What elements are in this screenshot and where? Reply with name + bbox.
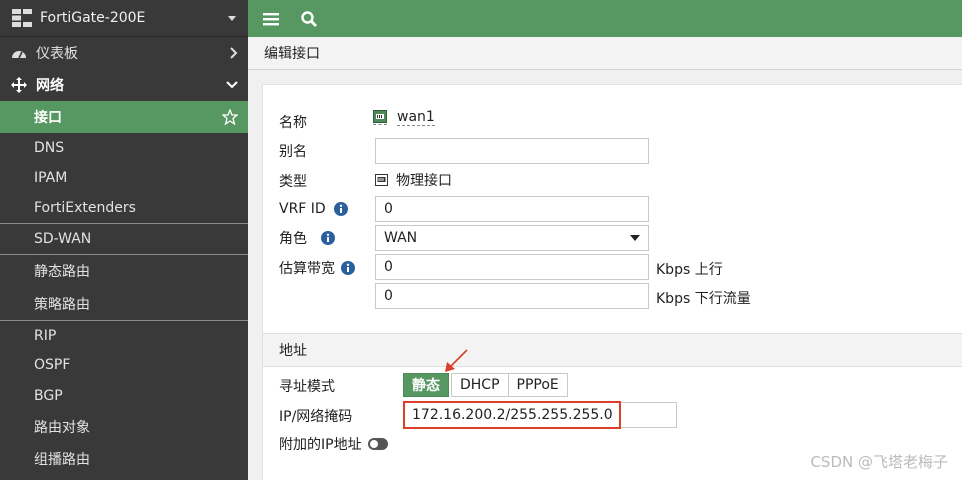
mode-pppoe-option[interactable]: PPPoE xyxy=(507,373,568,397)
sidebar-item-interfaces[interactable]: 接口 xyxy=(0,101,248,133)
role-label: 角色 xyxy=(279,231,307,247)
sidebar-item-label: RIP xyxy=(34,327,57,344)
chevron-down-icon xyxy=(228,15,236,21)
sidebar-item-label: 仪表板 xyxy=(36,46,78,62)
address-section-header: 地址 xyxy=(263,333,962,367)
sidebar-item-rip[interactable]: RIP xyxy=(0,320,248,350)
name-value-group: wan1 xyxy=(373,109,435,126)
sidebar-item-ospf[interactable]: OSPF xyxy=(0,350,248,380)
addressing-mode-label: 寻址模式 xyxy=(279,379,335,395)
sidebar-item-label: SD-WAN xyxy=(34,231,92,247)
sidebar-item-sd-wan[interactable]: SD-WAN xyxy=(0,223,248,254)
fortigate-logo-icon xyxy=(12,9,32,27)
name-label: 名称 xyxy=(279,115,307,131)
page-title-bar: 编辑接口 xyxy=(248,37,962,70)
alias-input[interactable] xyxy=(375,138,649,164)
bandwidth-row: 估算带宽 xyxy=(279,257,355,279)
alias-label: 别名 xyxy=(279,144,307,160)
sidebar-item-network[interactable]: 网络 xyxy=(0,69,248,101)
vrf-label: VRF ID xyxy=(279,201,326,217)
device-name: FortiGate-200E xyxy=(40,10,146,26)
sidebar-item-label: IPAM xyxy=(34,170,68,186)
role-select[interactable]: WAN xyxy=(375,225,649,251)
sidebar-item-label: 组播路由 xyxy=(34,452,90,468)
bandwidth-downstream-unit: Kbps 下行流量 xyxy=(656,291,751,307)
info-icon[interactable] xyxy=(341,261,355,275)
sidebar-item-label: 策略路由 xyxy=(34,296,90,313)
chevron-down-icon xyxy=(226,81,238,89)
vrf-id-input[interactable]: 0 xyxy=(375,196,649,222)
dashboard-icon xyxy=(10,44,28,62)
bandwidth-upstream-input[interactable]: 0 xyxy=(375,254,649,280)
hamburger-menu-icon[interactable] xyxy=(260,8,282,30)
sidebar-item-static-routes[interactable]: 静态路由 xyxy=(0,254,248,287)
sidebar-item-routing-objects[interactable]: 路由对象 xyxy=(0,411,248,443)
type-value-group: 物理接口 xyxy=(375,170,452,190)
sidebar-item-bgp[interactable]: BGP xyxy=(0,380,248,411)
name-value: wan1 xyxy=(397,109,435,126)
bandwidth-upstream-unit: Kbps 上行 xyxy=(656,262,723,278)
alias-row: 别名 xyxy=(279,140,307,162)
secondary-ip-label: 附加的IP地址 xyxy=(279,437,362,453)
sidebar-item-policy-routes[interactable]: 策略路由 xyxy=(0,287,248,320)
bandwidth-downstream-input[interactable]: 0 xyxy=(375,283,649,309)
role-selected-value: WAN xyxy=(384,230,418,246)
info-icon[interactable] xyxy=(321,231,335,245)
page-title: 编辑接口 xyxy=(264,46,320,62)
addressing-mode-row: 寻址模式 xyxy=(279,375,335,397)
mode-static-option[interactable]: 静态 xyxy=(403,373,449,397)
sidebar-item-ipam[interactable]: IPAM xyxy=(0,163,248,193)
sidebar: FortiGate-200E 仪表板 网络 接口 DNS IPAM FortiE… xyxy=(0,0,248,480)
sidebar-item-label: OSPF xyxy=(34,357,71,373)
physical-port-icon xyxy=(375,174,388,186)
addressing-mode-toggle: 静态 DHCP PPPoE xyxy=(403,373,568,397)
name-row: 名称 xyxy=(279,111,307,133)
device-selector[interactable]: FortiGate-200E xyxy=(0,0,248,37)
sidebar-item-label: 路由对象 xyxy=(34,420,90,436)
move-arrows-icon xyxy=(10,76,28,94)
type-label: 类型 xyxy=(279,174,307,190)
watermark-text: CSDN @飞塔老梅子 xyxy=(810,453,948,471)
sidebar-item-label: BGP xyxy=(34,387,63,404)
mode-dhcp-option[interactable]: DHCP xyxy=(451,373,509,397)
sidebar-item-label: FortiExtenders xyxy=(34,200,136,216)
top-bar xyxy=(248,0,962,37)
type-value: 物理接口 xyxy=(396,173,452,189)
sidebar-item-multicast[interactable]: 组播路由 xyxy=(0,443,248,475)
search-icon[interactable] xyxy=(298,8,320,30)
role-row: 角色 xyxy=(279,227,335,249)
address-section-title: 地址 xyxy=(279,343,307,359)
chevron-down-icon xyxy=(630,235,640,241)
ip-netmask-label: IP/网络掩码 xyxy=(279,409,353,425)
vrf-row: VRF ID xyxy=(279,198,348,220)
sidebar-item-label: 网络 xyxy=(36,78,64,94)
chevron-right-icon xyxy=(230,47,238,59)
ip-netmask-row: IP/网络掩码 xyxy=(279,405,352,427)
star-icon[interactable] xyxy=(222,109,238,125)
sidebar-item-dashboard[interactable]: 仪表板 xyxy=(0,37,248,69)
annotation-arrow xyxy=(445,349,468,372)
ip-highlight-box xyxy=(403,401,621,429)
port-icon xyxy=(373,110,387,125)
sidebar-item-fortiextenders[interactable]: FortiExtenders xyxy=(0,193,248,223)
sidebar-item-label: 接口 xyxy=(34,110,62,126)
info-icon[interactable] xyxy=(333,202,348,216)
edit-interface-form: 名称 wan1 别名 类型 物理接口 VRF ID 0 角色 WAN 估算带宽 … xyxy=(262,84,962,480)
secondary-ip-row: 附加的IP地址 xyxy=(279,433,388,455)
secondary-ip-toggle[interactable] xyxy=(367,438,388,450)
type-row: 类型 xyxy=(279,170,307,192)
sidebar-item-label: 静态路由 xyxy=(34,264,90,280)
sidebar-item-dns[interactable]: DNS xyxy=(0,133,248,163)
bandwidth-label: 估算带宽 xyxy=(279,261,335,277)
sidebar-item-label: DNS xyxy=(34,140,65,156)
